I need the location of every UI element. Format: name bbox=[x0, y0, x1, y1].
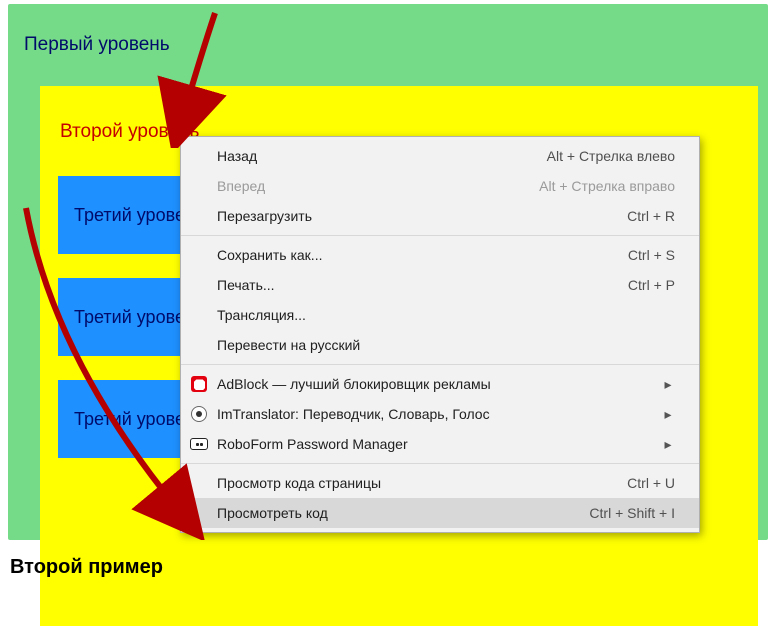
menu-item-label: Сохранить как... bbox=[217, 247, 608, 263]
imtrans-icon bbox=[181, 406, 217, 422]
imtranslator-icon bbox=[191, 406, 207, 422]
menu-item-shortcut: Alt + Стрелка вправо bbox=[519, 178, 675, 194]
roboform-icon bbox=[190, 438, 208, 450]
menu-item-reload[interactable]: ПерезагрузитьCtrl + R bbox=[181, 201, 699, 231]
menu-item-label: Печать... bbox=[217, 277, 608, 293]
submenu-arrow-icon: ▸ bbox=[661, 436, 675, 453]
menu-item-inspect[interactable]: Просмотреть кодCtrl + Shift + I bbox=[181, 498, 699, 528]
menu-item-adblock[interactable]: AdBlock — лучший блокировщик рекламы ▸ bbox=[181, 369, 699, 399]
submenu-arrow-icon: ▸ bbox=[661, 376, 675, 393]
menu-item-print[interactable]: Печать...Ctrl + P bbox=[181, 270, 699, 300]
menu-item-shortcut: Ctrl + Shift + I bbox=[569, 505, 675, 521]
level1-label: Первый уровень bbox=[24, 34, 170, 56]
adblock-icon bbox=[191, 376, 207, 392]
menu-separator bbox=[181, 463, 699, 464]
level2-label: Второй уровень bbox=[60, 121, 199, 143]
menu-item-label: Трансляция... bbox=[217, 307, 675, 323]
menu-separator bbox=[181, 235, 699, 236]
menu-item-shortcut: Ctrl + P bbox=[608, 277, 675, 293]
submenu-arrow-icon: ▸ bbox=[661, 406, 675, 423]
menu-item-cast[interactable]: Трансляция... bbox=[181, 300, 699, 330]
footer-heading: Второй пример bbox=[10, 556, 163, 579]
menu-item-translate[interactable]: Перевести на русский bbox=[181, 330, 699, 360]
menu-item-label: AdBlock — лучший блокировщик рекламы bbox=[217, 376, 653, 392]
menu-item-viewsrc[interactable]: Просмотр кода страницыCtrl + U bbox=[181, 468, 699, 498]
menu-item-label: Вперед bbox=[217, 178, 519, 194]
menu-item-label: Перезагрузить bbox=[217, 208, 607, 224]
menu-item-shortcut: Ctrl + S bbox=[608, 247, 675, 263]
menu-item-label: ImTranslator: Переводчик, Словарь, Голос bbox=[217, 406, 653, 422]
menu-item-label: Перевести на русский bbox=[217, 337, 675, 353]
menu-item-forward: ВпередAlt + Стрелка вправо bbox=[181, 171, 699, 201]
menu-item-shortcut: Ctrl + U bbox=[607, 475, 675, 491]
menu-item-roboform[interactable]: RoboForm Password Manager ▸ bbox=[181, 429, 699, 459]
context-menu[interactable]: НазадAlt + Стрелка влевоВпередAlt + Стре… bbox=[180, 136, 700, 533]
menu-item-imtrans[interactable]: ImTranslator: Переводчик, Словарь, Голос… bbox=[181, 399, 699, 429]
menu-item-shortcut: Alt + Стрелка влево bbox=[527, 148, 675, 164]
robo-icon bbox=[181, 438, 217, 450]
menu-item-back[interactable]: НазадAlt + Стрелка влево bbox=[181, 141, 699, 171]
menu-item-shortcut: Ctrl + R bbox=[607, 208, 675, 224]
menu-item-label: RoboForm Password Manager bbox=[217, 436, 653, 452]
menu-item-saveas[interactable]: Сохранить как...Ctrl + S bbox=[181, 240, 699, 270]
menu-item-label: Назад bbox=[217, 148, 527, 164]
adblock-icon bbox=[181, 376, 217, 392]
menu-separator bbox=[181, 364, 699, 365]
menu-item-label: Просмотр кода страницы bbox=[217, 475, 607, 491]
menu-item-label: Просмотреть код bbox=[217, 505, 569, 521]
